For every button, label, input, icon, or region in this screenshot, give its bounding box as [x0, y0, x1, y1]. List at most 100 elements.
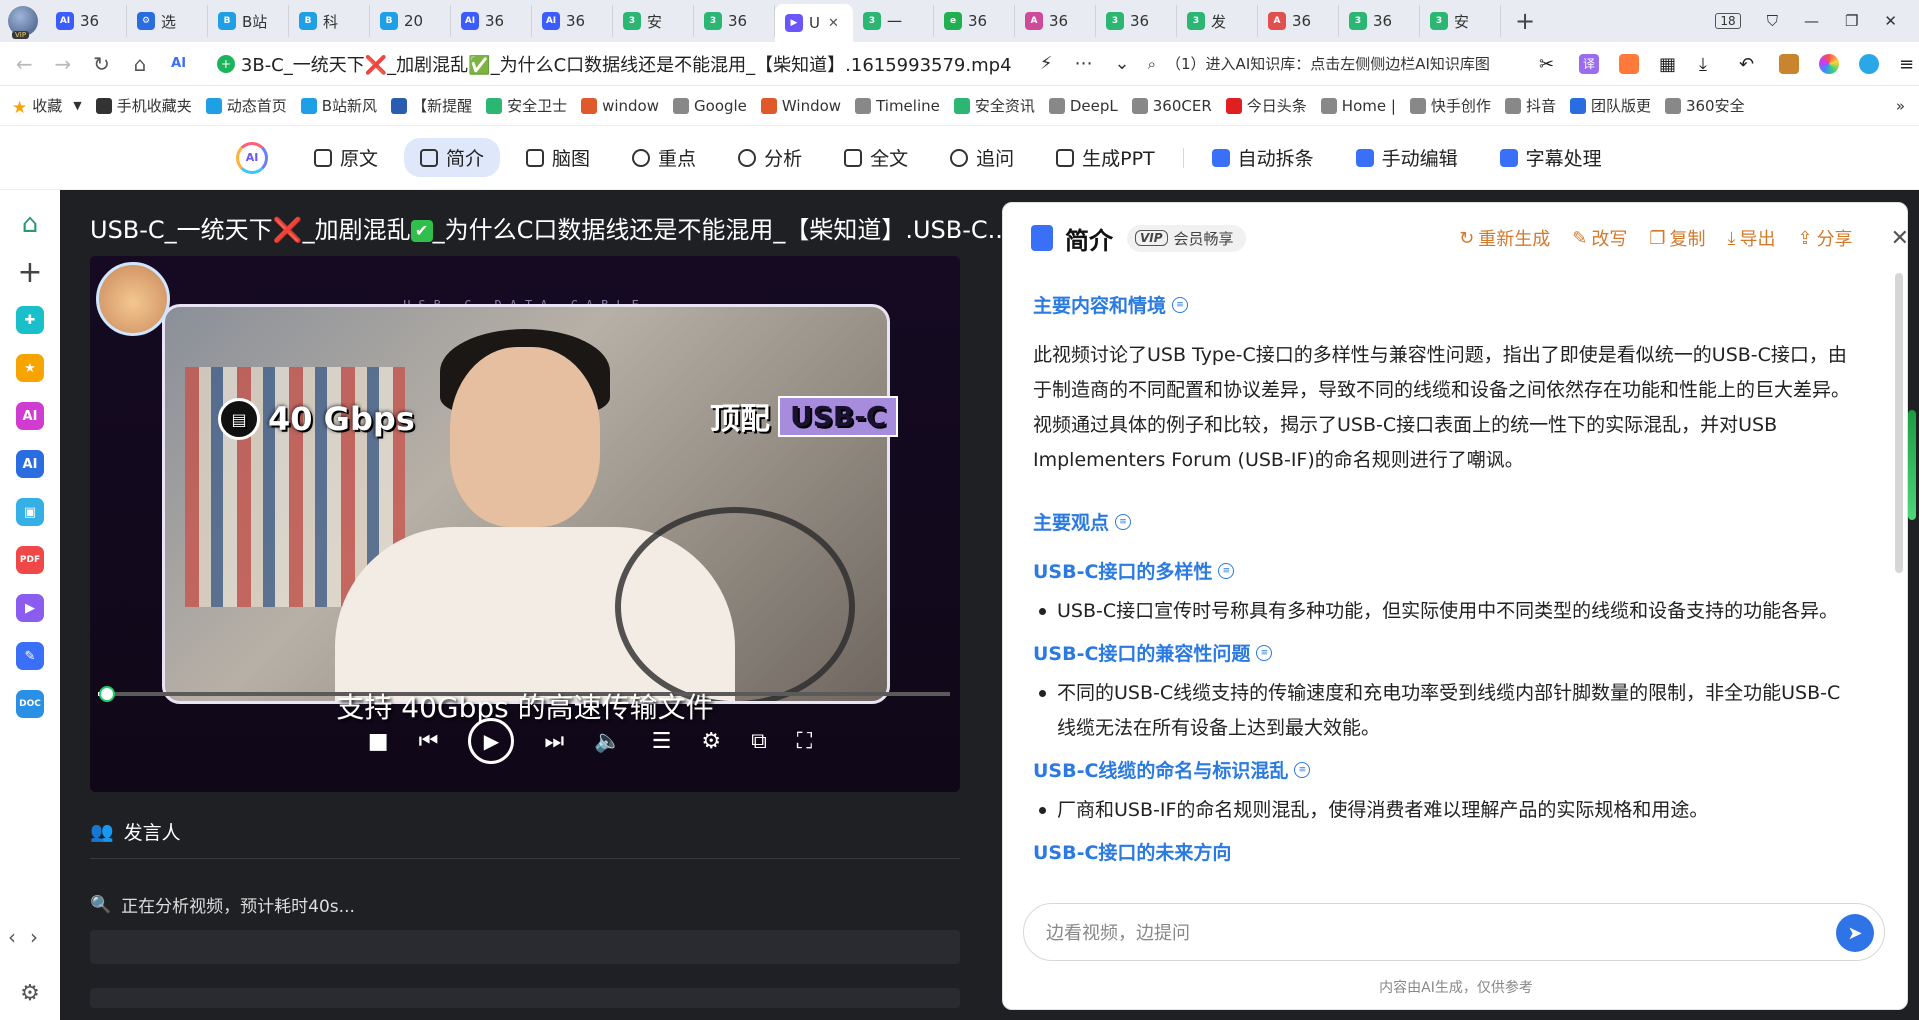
bookmark-item[interactable]: 今日头条: [1225, 95, 1307, 116]
fullscreen-icon[interactable]: ⛶: [797, 729, 812, 754]
color-wheel-icon[interactable]: [1819, 53, 1840, 74]
browser-tab[interactable]: 3一: [853, 5, 934, 37]
bookmark-item[interactable]: 动态首页: [205, 95, 287, 116]
source-icon[interactable]: ≡: [1115, 513, 1132, 530]
browser-tab[interactable]: 3安: [613, 5, 694, 37]
tool-manual-edit[interactable]: 手动编辑: [1340, 138, 1474, 177]
browser-tab[interactable]: 3 36: [1096, 5, 1177, 37]
bookmark-item[interactable]: 360CER: [1131, 97, 1212, 115]
translate-icon[interactable]: 译: [1579, 53, 1600, 74]
bookmark-item[interactable]: 抖音: [1504, 95, 1556, 116]
bookmark-item[interactable]: 手机收藏夹: [95, 95, 192, 116]
minimize-button[interactable]: —: [1804, 12, 1819, 30]
tool-summary[interactable]: 简介: [404, 138, 501, 177]
collapse-arrows-icon[interactable]: ‹›: [8, 925, 52, 949]
restore-button[interactable]: ❐: [1845, 12, 1858, 30]
notes-icon[interactable]: ✎: [16, 642, 44, 670]
scissors-icon[interactable]: ✂: [1539, 54, 1559, 75]
add-icon[interactable]: +: [16, 255, 44, 290]
reload-icon[interactable]: ↻: [91, 52, 112, 76]
tool-subtitles[interactable]: 字幕处理: [1484, 138, 1618, 177]
search-field[interactable]: ⌕ （1）进入AI知识库：点击左侧侧边栏AI知识库图: [1148, 53, 1503, 74]
share-button[interactable]: ⇪ 分享: [1797, 225, 1852, 251]
browser-tab[interactable]: 3 36: [694, 5, 775, 37]
tool-followup[interactable]: 追问: [934, 138, 1030, 177]
picture-in-picture-icon[interactable]: ⧉: [751, 729, 767, 754]
home-page-icon[interactable]: ⌂: [130, 52, 151, 76]
game-icon[interactable]: [1619, 53, 1640, 74]
ai-icon[interactable]: AI: [168, 56, 189, 71]
tab-count-badge[interactable]: 18: [1715, 13, 1741, 29]
more-icon[interactable]: ⋯: [1075, 53, 1093, 74]
browser-logo[interactable]: VIP: [0, 0, 46, 42]
home-icon[interactable]: ⌂: [16, 209, 44, 239]
ai-knowledge-icon[interactable]: AI: [16, 450, 44, 478]
source-icon[interactable]: ≡: [1172, 296, 1189, 313]
browser-tab[interactable]: 3发: [1177, 5, 1258, 37]
vip-badge[interactable]: VIP 会员畅享: [1127, 224, 1246, 252]
tool-mindmap[interactable]: 脑图: [510, 138, 606, 177]
doc-icon[interactable]: DOC: [16, 690, 44, 718]
close-window-button[interactable]: ✕: [1884, 12, 1897, 30]
chevron-down-icon[interactable]: ⌄: [1115, 53, 1130, 74]
bookmark-item[interactable]: 快手创作: [1409, 95, 1491, 116]
browser-tab[interactable]: B B站: [208, 5, 289, 37]
export-button[interactable]: ⤓ 导出: [1728, 225, 1776, 251]
close-icon[interactable]: ✕: [1891, 226, 1907, 251]
stop-icon[interactable]: ■: [368, 729, 389, 754]
bookmark-item[interactable]: ★ 收藏 ▼: [12, 95, 82, 116]
source-icon[interactable]: ≡: [1294, 761, 1311, 778]
gear-icon[interactable]: ⚙: [20, 981, 40, 1006]
next-icon[interactable]: ⏭: [544, 729, 564, 754]
browser-tab[interactable]: AI 36: [451, 5, 532, 37]
url-field[interactable]: + 3B-C_一统天下❌_加剧混乱✅_为什么C口数据线还是不能混用_【柴知道】.…: [207, 47, 1022, 81]
video-player[interactable]: USB-C DATA CABLE ▤40 Gbps 顶配USB-C 支持 40G…: [90, 256, 960, 792]
apps-grid-icon[interactable]: ▦: [1659, 54, 1679, 75]
panel-body[interactable]: 主要内容和情境 ≡ 此视频讨论了USB Type-C接口的多样性与兼容性问题，指出…: [1003, 273, 1889, 873]
regenerate-button[interactable]: ↻ 重新生成: [1459, 225, 1550, 251]
ai-logo[interactable]: AI: [236, 141, 268, 174]
play-button[interactable]: ▶: [468, 718, 515, 764]
new-tab-button[interactable]: +: [1501, 7, 1549, 35]
browser-tab[interactable]: B 20: [370, 5, 451, 37]
bookmark-item[interactable]: Window: [760, 97, 841, 115]
send-button[interactable]: ➤: [1836, 914, 1874, 952]
bookmark-item[interactable]: Timeline: [855, 97, 940, 115]
browser-tab[interactable]: 3 36: [1339, 5, 1420, 37]
undo-icon[interactable]: ↶: [1739, 54, 1759, 75]
bookmark-item[interactable]: 安全资讯: [953, 95, 1035, 116]
bookmarks-more-icon[interactable]: »: [1896, 97, 1919, 115]
browser-tab[interactable]: B科: [289, 5, 370, 37]
side-scroll-indicator[interactable]: [1908, 410, 1916, 520]
bookmark-item[interactable]: 安全卫士: [486, 95, 567, 116]
browser-tab[interactable]: A 36: [1015, 5, 1096, 37]
close-tab-icon[interactable]: ✕: [828, 16, 839, 31]
tool-fulltext[interactable]: 全文: [828, 138, 924, 177]
bookmark-item[interactable]: B站新风: [300, 95, 377, 116]
tool-keypoints[interactable]: 重点: [616, 138, 712, 177]
bookmark-item[interactable]: window: [581, 97, 659, 115]
bookmark-item[interactable]: 【新提醒: [391, 95, 472, 116]
bookmark-item[interactable]: 团队版更: [1569, 95, 1651, 116]
browser-tab[interactable]: ⚙ 选: [127, 5, 208, 37]
download-icon[interactable]: ⤓: [1699, 54, 1719, 75]
question-input[interactable]: 边看视频，边提问 ➤: [1023, 903, 1885, 961]
bookmark-item[interactable]: 360安全: [1664, 95, 1745, 116]
shirt-icon[interactable]: ⛉: [1767, 12, 1778, 30]
briefcase-icon[interactable]: [1779, 53, 1800, 74]
browser-tab[interactable]: ▶ U ✕: [775, 4, 853, 42]
lightning-icon[interactable]: ⚡: [1040, 53, 1053, 74]
playlist-icon[interactable]: ☰: [652, 729, 672, 754]
chevron-down-icon[interactable]: ▼: [73, 99, 81, 112]
tool-ppt[interactable]: 生成PPT: [1040, 138, 1171, 177]
forward-icon[interactable]: →: [53, 52, 74, 76]
star-icon[interactable]: ★: [16, 354, 44, 382]
browser-tab[interactable]: A 36: [1258, 5, 1339, 37]
ai-assistant-icon[interactable]: AI: [16, 402, 44, 430]
sync-icon[interactable]: [1859, 53, 1880, 74]
browser-tab[interactable]: e 36: [934, 5, 1015, 37]
rewrite-button[interactable]: ✎ 改写: [1572, 225, 1627, 251]
previous-icon[interactable]: ⏮: [419, 729, 439, 754]
image-icon[interactable]: ▣: [16, 498, 44, 526]
settings-icon[interactable]: ⚙: [701, 729, 721, 754]
